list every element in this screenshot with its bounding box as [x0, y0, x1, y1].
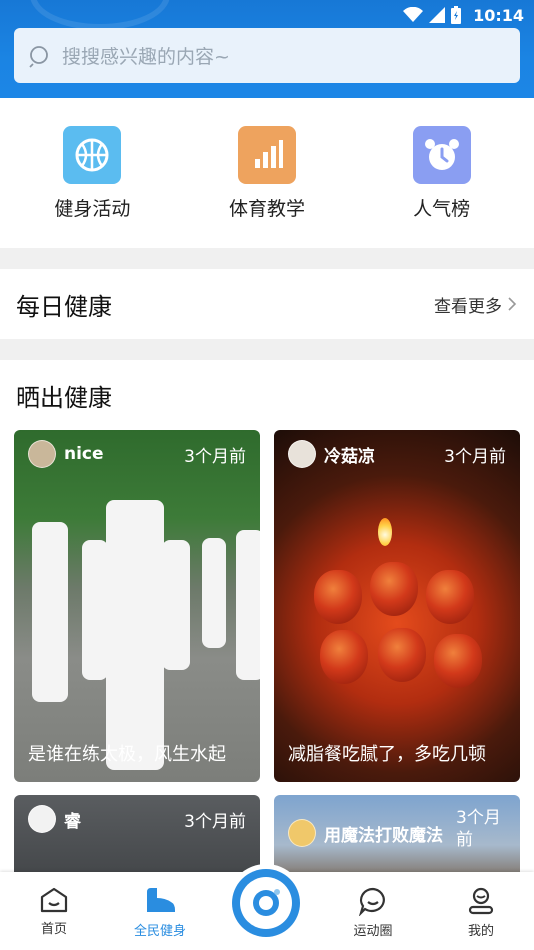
daily-health-title: 每日健康: [16, 292, 112, 321]
tab-sports-circle[interactable]: 运动圈: [328, 886, 418, 939]
section-divider: [0, 248, 534, 269]
center-circle-icon: [232, 869, 300, 937]
post-username: nice: [64, 444, 104, 464]
tab-national-fitness[interactable]: 全民健身: [115, 886, 205, 939]
post-card-header: 睿 3个月前: [14, 795, 260, 843]
photo-figure: [162, 540, 190, 670]
avatar[interactable]: [28, 440, 56, 468]
photo-strawberry: [314, 570, 362, 624]
avatar[interactable]: [288, 440, 316, 468]
photo-strawberry: [426, 570, 474, 624]
category-label: 人气榜: [413, 198, 471, 220]
post-caption: 是谁在练太极，风生水起: [28, 744, 226, 765]
post-username: 睿: [64, 811, 81, 832]
fitness-shoe-icon: [147, 888, 175, 912]
photo-strawberry: [378, 628, 426, 682]
home-icon: [40, 887, 68, 913]
center-action-button[interactable]: [227, 864, 305, 942]
category-label: 体育教学: [228, 198, 305, 220]
category-icon-tile: [412, 126, 471, 184]
post-time: 3个月前: [456, 808, 501, 850]
avatar[interactable]: [28, 805, 56, 833]
section-divider: [0, 339, 534, 360]
wifi-icon: [403, 7, 424, 22]
tab-home[interactable]: 首页: [9, 886, 99, 937]
post-time: 3个月前: [184, 446, 246, 467]
share-health-title: 晒出健康: [16, 384, 112, 412]
header-decoration: [30, 0, 170, 30]
photo-figure: [106, 500, 164, 770]
category-row: 健身活动 体育教学 人气榜: [0, 98, 534, 248]
search-input[interactable]: 搜搜感兴趣的内容~: [14, 28, 520, 83]
category-sports-teaching[interactable]: 体育教学: [187, 98, 347, 248]
post-time: 3个月前: [184, 811, 246, 832]
bar-chart-icon: [254, 140, 283, 168]
post-caption: 减脂餐吃腻了，多吃几顿: [288, 744, 486, 765]
battery-icon: [451, 6, 462, 24]
category-icon-tile: [237, 126, 296, 184]
photo-strawberry: [434, 634, 482, 688]
post-card[interactable]: 冷菇凉 3个月前 减脂餐吃腻了，多吃几顿: [274, 430, 520, 782]
avatar[interactable]: [288, 819, 316, 847]
alarm-clock-icon: [424, 139, 459, 170]
bottom-tab-bar: 首页 全民健身 运动圈 我的: [0, 864, 534, 950]
search-placeholder: 搜搜感兴趣的内容~: [62, 46, 230, 68]
post-card-header: 冷菇凉 3个月前: [274, 430, 520, 478]
photo-figure: [32, 522, 68, 702]
tab-label: 运动圈: [353, 924, 393, 939]
post-card-header: nice 3个月前: [14, 430, 260, 478]
profile-icon: [468, 887, 494, 915]
post-card[interactable]: nice 3个月前 是谁在练太极，风生水起: [14, 430, 260, 782]
photo-strawberry: [370, 562, 418, 616]
photo-figure: [202, 538, 226, 648]
post-username: 用魔法打败魔法: [324, 826, 443, 846]
photo-strawberry: [320, 630, 368, 684]
photo-figure: [236, 530, 260, 680]
category-popularity-ranking[interactable]: 人气榜: [362, 98, 522, 248]
photo-figure: [82, 540, 108, 680]
tab-label: 全民健身: [133, 924, 186, 939]
basketball-icon: [75, 138, 109, 172]
view-more-link[interactable]: 查看更多: [434, 292, 518, 317]
search-icon: [29, 45, 48, 68]
chat-bubble-icon: [358, 887, 385, 916]
view-more-label: 查看更多: [434, 296, 502, 317]
chevron-right-icon: [508, 297, 517, 311]
header-bar: 10:14 搜搜感兴趣的内容~: [0, 0, 534, 98]
signal-icon: [429, 7, 446, 23]
status-bar: 10:14: [403, 4, 524, 26]
post-username: 冷菇凉: [324, 446, 375, 467]
status-time: 10:14: [473, 5, 524, 25]
category-label: 健身活动: [54, 198, 131, 220]
post-card-header: 用魔法打败魔法 3个月前: [274, 795, 520, 850]
tab-mine[interactable]: 我的: [436, 886, 526, 939]
candle-flame: [378, 518, 392, 546]
daily-health-section: 每日健康 查看更多: [0, 269, 534, 339]
tab-label: 我的: [467, 924, 494, 939]
category-icon-tile: [63, 126, 122, 184]
tab-label: 首页: [40, 922, 67, 937]
category-fitness-activities[interactable]: 健身活动: [12, 98, 172, 248]
post-time: 3个月前: [444, 446, 506, 467]
